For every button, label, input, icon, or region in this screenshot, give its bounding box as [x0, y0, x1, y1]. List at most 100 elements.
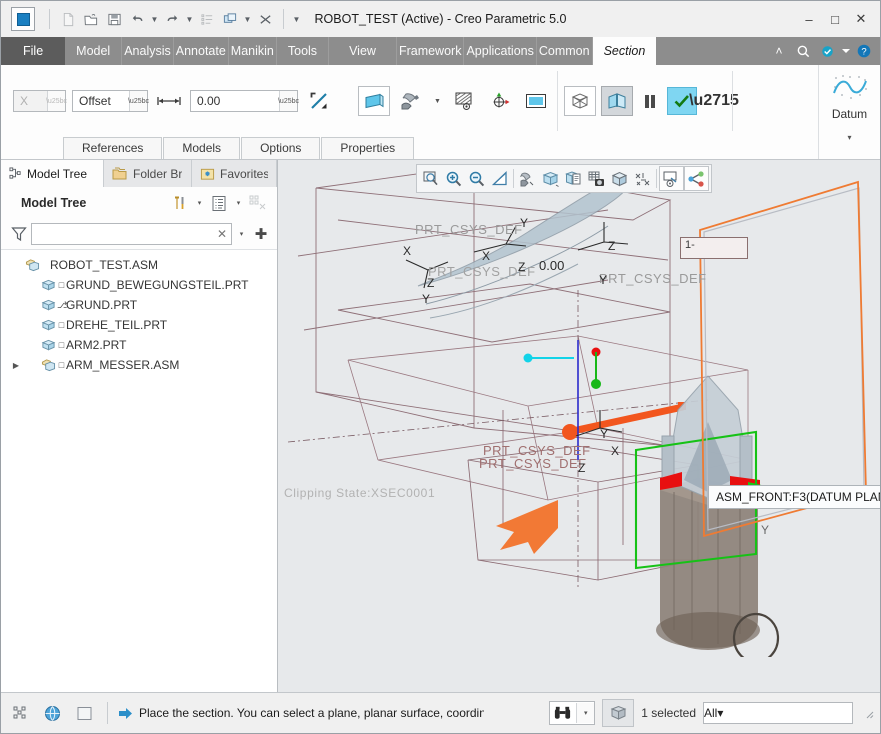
- ribbon-tab-tools[interactable]: Tools: [277, 37, 330, 65]
- settings-tools-icon[interactable]: [167, 191, 193, 215]
- hatch-fill-button[interactable]: [396, 87, 426, 115]
- refresh-icon[interactable]: [816, 40, 838, 62]
- nav-tab-model-tree[interactable]: Model Tree: [1, 160, 104, 187]
- table-row[interactable]: ⎇ GRUND.PRT: [1, 295, 277, 315]
- dropdown-caret-icon[interactable]: [840, 40, 851, 62]
- chevron-down-icon[interactable]: \u25bc: [46, 91, 67, 111]
- section-type-combo[interactable]: Offset \u25bc: [72, 90, 149, 112]
- ribbon-tab-common[interactable]: Common: [537, 37, 593, 65]
- settings-caret-icon[interactable]: ▾: [194, 191, 205, 215]
- collapse-ribbon-icon[interactable]: ˄: [768, 40, 790, 62]
- ribbon-tab-view[interactable]: View: [329, 37, 397, 65]
- perspective-icon[interactable]: [608, 167, 631, 190]
- sub-tab-options[interactable]: Options: [241, 137, 321, 159]
- help-icon[interactable]: ?: [853, 40, 875, 62]
- customize-qat-caret-icon[interactable]: ▼: [291, 8, 302, 30]
- refit-icon[interactable]: [419, 167, 442, 190]
- table-row[interactable]: ROBOT_TEST.ASM: [1, 255, 277, 275]
- save-icon[interactable]: [103, 8, 125, 30]
- hide-model-button[interactable]: [449, 87, 479, 115]
- chevron-down-icon[interactable]: \u25bc: [128, 91, 149, 111]
- window-caret-icon[interactable]: ▼: [242, 8, 253, 30]
- spin-center-icon[interactable]: [684, 166, 709, 191]
- ribbon-tab-framework[interactable]: Framework: [397, 37, 465, 65]
- ribbon-tab-section[interactable]: Section: [592, 37, 657, 65]
- show-wireframe-button[interactable]: [564, 86, 596, 116]
- web-browser-icon[interactable]: [39, 700, 65, 726]
- search-tool-button[interactable]: ▾: [549, 701, 596, 725]
- status-right-controls: ▾ 1 selected All ▾: [549, 699, 874, 727]
- graphics-viewport[interactable]: PRT_CSYS_DEF PRT_CSYS_DEF PRT_CSYS_DEF P…: [278, 160, 880, 692]
- table-row[interactable]: □ ARM2.PRT: [1, 335, 277, 355]
- datum-display-icon[interactable]: [631, 167, 654, 190]
- chevron-down-icon[interactable]: \u25bc: [278, 91, 299, 111]
- ribbon-tab-manikin[interactable]: Manikin: [229, 37, 277, 65]
- expand-arrow-icon[interactable]: ▶: [9, 361, 23, 370]
- sub-tab-references[interactable]: References: [63, 137, 163, 159]
- pause-button[interactable]: [638, 88, 662, 114]
- repaint-icon[interactable]: [488, 167, 511, 190]
- window-icon[interactable]: [219, 8, 241, 30]
- regenerate-icon[interactable]: [196, 8, 218, 30]
- add-filter-icon[interactable]: ✚: [251, 225, 271, 243]
- ribbon-tab-model[interactable]: Model: [65, 37, 123, 65]
- csys-button[interactable]: [485, 87, 515, 115]
- undo-icon[interactable]: [126, 8, 148, 30]
- offset-value-field[interactable]: 0.00 \u25bc: [190, 90, 299, 112]
- zoom-in-icon[interactable]: [442, 167, 465, 190]
- view-orientation-icon[interactable]: [516, 167, 539, 190]
- selection-filter-combo[interactable]: All ▾: [703, 702, 853, 724]
- undo-caret-icon[interactable]: ▼: [149, 8, 160, 30]
- nav-tab-folder-browser[interactable]: Folder Br: [104, 160, 192, 187]
- panel-display-icon[interactable]: [71, 700, 97, 726]
- chevron-down-icon[interactable]: ▾: [717, 706, 723, 720]
- clear-filter-icon[interactable]: ✕: [213, 227, 231, 241]
- ribbon-tab-file[interactable]: File: [1, 37, 66, 65]
- section-name-field[interactable]: X \u25bc: [13, 90, 67, 112]
- snapshot-icon[interactable]: [585, 167, 608, 190]
- display-style-icon[interactable]: [539, 167, 562, 190]
- filter-funnel-icon[interactable]: [11, 226, 27, 242]
- model-3d-icon[interactable]: [602, 699, 635, 727]
- flip-direction-button[interactable]: [304, 87, 334, 115]
- datum-caret-icon[interactable]: ▾: [847, 133, 851, 142]
- zoom-out-icon[interactable]: [465, 167, 488, 190]
- search-icon[interactable]: [792, 40, 814, 62]
- filter-caret-icon[interactable]: ▾: [236, 220, 247, 248]
- selection-filter-icon[interactable]: [7, 700, 33, 726]
- tree-filter-input[interactable]: [32, 224, 213, 244]
- redo-icon[interactable]: [161, 8, 183, 30]
- resize-grip-icon[interactable]: [862, 707, 874, 719]
- table-row[interactable]: ▶ □ ARM_MESSER.ASM: [1, 355, 277, 375]
- sub-tab-models[interactable]: Models: [163, 137, 241, 159]
- cancel-button[interactable]: \u2715: [689, 88, 739, 114]
- table-row[interactable]: □ GRUND_BEWEGUNGSTEIL.PRT: [1, 275, 277, 295]
- ribbon-tab-analysis[interactable]: Analysis: [122, 37, 174, 65]
- datum-curve-icon[interactable]: [829, 73, 871, 105]
- hatch-caret-icon[interactable]: ▼: [432, 87, 443, 115]
- section-annotation-box[interactable]: 1-: [680, 237, 748, 259]
- ribbon-tab-applications[interactable]: Applications: [464, 37, 537, 65]
- app-logo-icon[interactable]: [11, 7, 35, 31]
- show-section-button[interactable]: [601, 86, 633, 116]
- nav-tab-favorites[interactable]: Favorites: [192, 160, 277, 187]
- section-display-button[interactable]: [521, 87, 551, 115]
- minimize-button[interactable]: –: [796, 8, 822, 30]
- ribbon-tab-annotate[interactable]: Annotate: [174, 37, 229, 65]
- sub-tab-properties[interactable]: Properties: [321, 137, 415, 159]
- table-row[interactable]: □ DREHE_TEIL.PRT: [1, 315, 277, 335]
- annotation-display-icon[interactable]: [659, 166, 684, 191]
- saved-views-icon[interactable]: [562, 167, 585, 190]
- display-caret-icon[interactable]: ▾: [233, 191, 244, 215]
- close-window-icon[interactable]: [254, 8, 276, 30]
- search-caret-icon[interactable]: ▾: [576, 703, 595, 723]
- show-section-plane-button[interactable]: [358, 86, 390, 116]
- tree-filters-icon[interactable]: [245, 191, 271, 215]
- close-button[interactable]: ✕: [848, 8, 874, 30]
- display-list-icon[interactable]: [206, 191, 232, 215]
- open-file-icon[interactable]: [80, 8, 102, 30]
- maximize-button[interactable]: □: [822, 8, 848, 30]
- tree-filter-input-wrap[interactable]: ✕: [31, 223, 232, 245]
- redo-caret-icon[interactable]: ▼: [184, 8, 195, 30]
- new-file-icon[interactable]: [57, 8, 79, 30]
